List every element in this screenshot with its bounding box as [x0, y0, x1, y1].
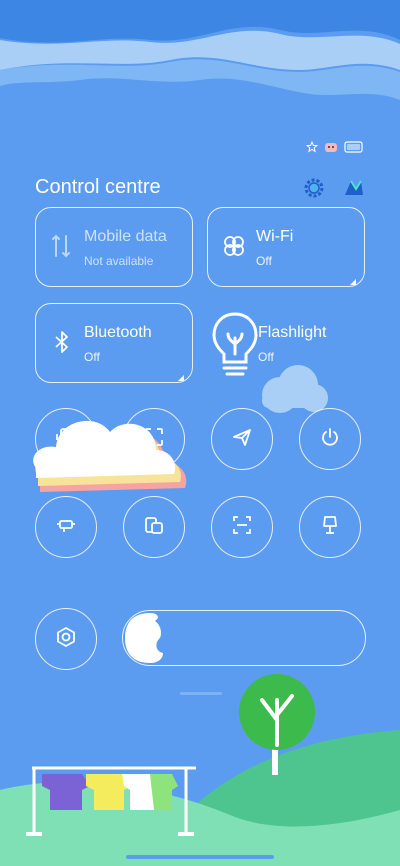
floating-window-icon	[143, 514, 165, 541]
home-indicator[interactable]	[126, 855, 274, 859]
expand-corner-icon	[178, 368, 184, 381]
scanner-toggle[interactable]	[211, 496, 273, 558]
floating-window-toggle[interactable]	[123, 496, 185, 558]
gear-icon[interactable]	[302, 176, 326, 200]
vibrate-icon	[55, 426, 77, 453]
edit-icon[interactable]	[342, 176, 366, 200]
bluetooth-icon	[48, 328, 76, 356]
scan-icon	[231, 514, 253, 541]
screenshot-icon	[143, 426, 165, 453]
star-icon	[305, 140, 319, 158]
lightbulb-icon	[210, 310, 260, 380]
cast-icon	[55, 514, 77, 541]
page-indicator	[180, 692, 222, 695]
wifi-clover-icon	[220, 232, 248, 260]
bluetooth-label: Bluetooth	[84, 324, 152, 341]
expand-corner-icon	[350, 272, 356, 285]
mobile-data-status: Not available	[84, 254, 154, 268]
bluetooth-tile[interactable]: Bluetooth Off	[35, 303, 193, 383]
power-icon	[319, 426, 341, 453]
reading-mode-toggle[interactable]	[299, 496, 361, 558]
flashlight-label: Flashlight	[258, 324, 327, 341]
flashlight-tile[interactable]: Flashlight Off	[207, 303, 365, 383]
lamp-icon	[319, 514, 341, 541]
power-toggle[interactable]	[299, 408, 361, 470]
cast-toggle[interactable]	[35, 496, 97, 558]
screenshot-toggle[interactable]	[123, 408, 185, 470]
bluetooth-status: Off	[84, 350, 100, 364]
mobile-data-label: Mobile data	[84, 228, 167, 245]
airplane-icon	[231, 426, 253, 453]
status-bar-icons	[305, 140, 364, 158]
wifi-status: Off	[256, 254, 272, 268]
auto-brightness-toggle[interactable]	[35, 608, 97, 670]
page-title: Control centre	[35, 176, 161, 198]
mobile-data-tile[interactable]: Mobile data Not available	[35, 207, 193, 287]
airplane-mode-toggle[interactable]	[211, 408, 273, 470]
wifi-tile[interactable]: Wi-Fi Off	[207, 207, 365, 287]
battery-icon	[344, 140, 364, 158]
wifi-label: Wi-Fi	[256, 228, 294, 245]
brightness-slider[interactable]	[122, 610, 366, 666]
cat-icon	[324, 140, 338, 158]
brightness-level-fill	[125, 613, 169, 663]
auto-brightness-icon	[55, 626, 77, 653]
flashlight-status: Off	[258, 350, 274, 364]
mobile-data-icon	[48, 232, 76, 260]
vibrate-toggle[interactable]	[35, 408, 97, 470]
